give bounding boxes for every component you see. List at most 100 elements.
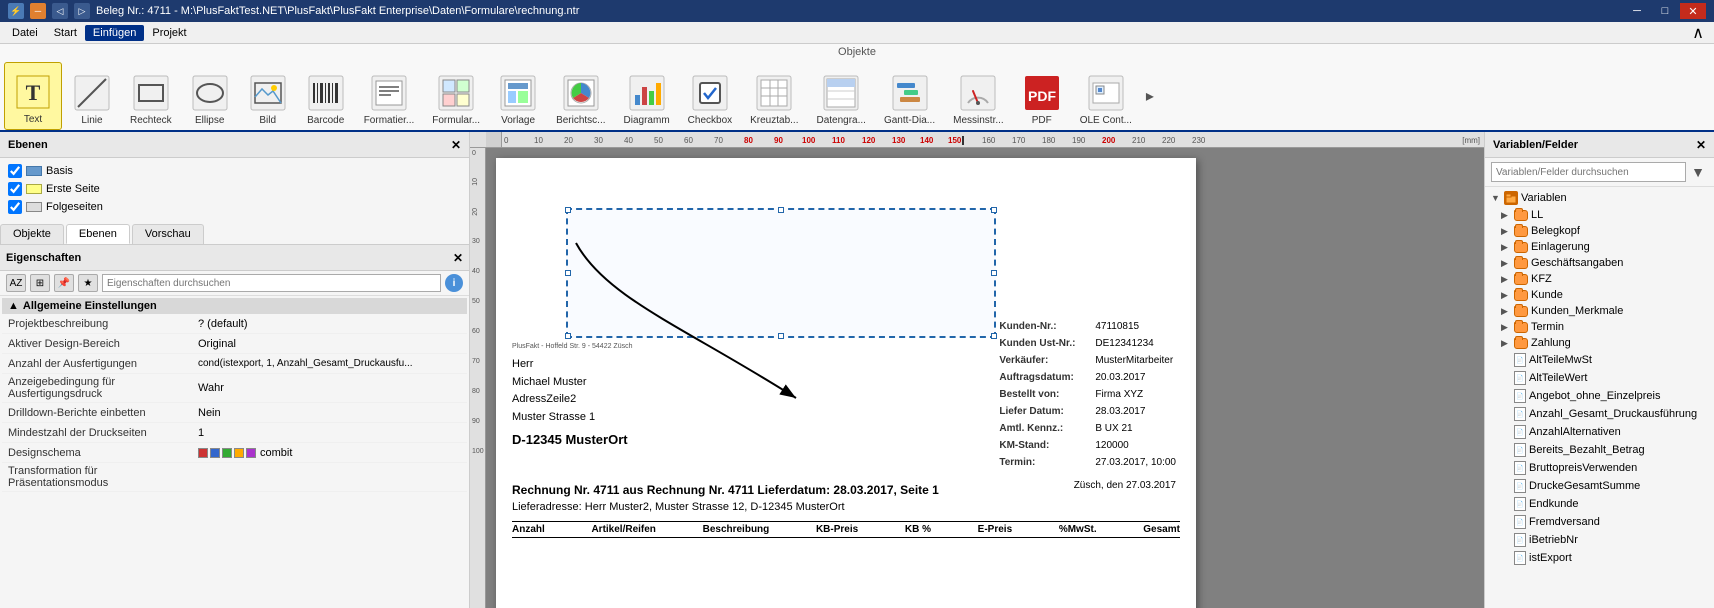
ribbon-rechteck[interactable]: Rechteck (122, 62, 180, 130)
ribbon-berichtsc[interactable]: Berichtsc... (548, 62, 613, 130)
star-btn[interactable]: ★ (78, 274, 98, 292)
tree-anzahl-alternativen[interactable]: ▶ 📄 AnzahlAlternativen (1487, 423, 1712, 441)
tree-zahlung[interactable]: ▶ Zahlung (1487, 335, 1712, 351)
handle-bl[interactable] (565, 333, 571, 339)
menu-projekt[interactable]: Projekt (144, 25, 194, 41)
ribbon-ellipse[interactable]: Ellipse (182, 62, 238, 130)
tree-ibetriebNr[interactable]: ▶ 📄 iBetriebNr (1487, 531, 1712, 549)
info-row-8: Termin: 27.03.2017, 10:00 (999, 454, 1176, 471)
tree-einlagerung[interactable]: ▶ Einlagerung (1487, 239, 1712, 255)
ebenen-close[interactable]: ✕ (451, 138, 461, 152)
ribbon-collapse[interactable]: ∧ (1686, 23, 1710, 43)
ribbon-kreuztab[interactable]: Kreuztab... (742, 62, 806, 130)
ribbon-olecont[interactable]: OLE Cont... (1072, 62, 1140, 130)
tree-fremdversand[interactable]: ▶ 📄 Fremdversand (1487, 513, 1712, 531)
info-row-6: Amtl. Kennz.: B UX 21 (999, 420, 1176, 437)
ribbon-barcode[interactable]: Barcode (298, 62, 354, 130)
design-color-4 (234, 448, 244, 458)
ribbon-datengra-label: Datengra... (816, 115, 865, 126)
menu-einfuegen[interactable]: Einfügen (85, 25, 144, 41)
tree-arrow-geschaeftsangaben: ▶ (1501, 258, 1511, 269)
tree-istExport[interactable]: ▶ 📄 istExport (1487, 549, 1712, 567)
tree-kunden-merkmale[interactable]: ▶ Kunden_Merkmale (1487, 303, 1712, 319)
ebene-basis[interactable]: Basis (4, 162, 465, 180)
ribbon-linie[interactable]: Linie (64, 62, 120, 130)
ebene-basis-checkbox[interactable] (8, 164, 22, 178)
eigenschaften-close[interactable]: ✕ (453, 251, 463, 265)
window-close[interactable]: ✕ (1680, 3, 1706, 19)
ribbon-ganttdia[interactable]: Gantt-Dia... (876, 62, 943, 130)
doc-city: D-12345 MusterOrt (512, 432, 632, 447)
ebene-folgeseiten[interactable]: Folgeseiten (4, 198, 465, 216)
ribbon-diagramm[interactable]: Diagramm (616, 62, 678, 130)
tree-ll[interactable]: ▶ LL (1487, 207, 1712, 223)
sender-small: PlusFakt - Hoffeld Str. 9 - 54422 Züsch (512, 343, 632, 350)
ribbon-bild[interactable]: Bild (240, 62, 296, 130)
handle-ml[interactable] (565, 270, 571, 276)
ruler-v-80: 80 (472, 388, 480, 395)
info-key-4: Bestellt von: (999, 386, 1089, 403)
variables-filter-btn[interactable]: ▼ (1688, 162, 1708, 182)
eigenschaften-search[interactable] (102, 274, 441, 292)
ribbon-messinstr[interactable]: Messinstr... (945, 62, 1012, 130)
tree-termin[interactable]: ▶ Termin (1487, 319, 1712, 335)
ribbon-checkbox[interactable]: Checkbox (680, 62, 740, 130)
eigen-row-6: Designschema combit (2, 443, 467, 463)
tree-bereits-bezahlt[interactable]: ▶ 📄 Bereits_Bezahlt_Betrag (1487, 441, 1712, 459)
ribbon-datengra[interactable]: Datengra... (808, 62, 873, 130)
tree-anzahl-druck[interactable]: ▶ 📄 Anzahl_Gesamt_Druckausführung (1487, 405, 1712, 423)
eigen-key-3: Anzeigebedingung für Ausfertigungsdruck (8, 376, 198, 400)
handle-tr[interactable] (991, 207, 997, 213)
window-minimize[interactable]: ─ (1624, 3, 1650, 19)
handle-mr[interactable] (991, 270, 997, 276)
tree-geschaeftsangaben[interactable]: ▶ Geschäftsangaben (1487, 255, 1712, 271)
ebene-erste-seite[interactable]: Erste Seite (4, 180, 465, 198)
tree-root-variables[interactable]: ▼ Variablen (1487, 189, 1712, 207)
ribbon-pdf[interactable]: PDF PDF (1014, 62, 1070, 130)
tree-icon-brutto: 📄 (1514, 461, 1526, 475)
ruler-tick-40: 40 (624, 136, 633, 145)
barcode-icon (306, 73, 346, 113)
info-btn[interactable]: i (445, 274, 463, 292)
ruler-v-100: 100 (472, 448, 484, 455)
ribbon-text[interactable]: T Text (4, 62, 62, 130)
ribbon-formatier[interactable]: Formatier... (356, 62, 423, 130)
pin-btn[interactable]: 📌 (54, 274, 74, 292)
ribbon-vorlage[interactable]: Vorlage (490, 62, 546, 130)
handle-bm[interactable] (778, 333, 784, 339)
tree-altteile-mwst[interactable]: ▶ 📄 AltTeileMwSt (1487, 351, 1712, 369)
tree-kfz[interactable]: ▶ KFZ (1487, 271, 1712, 287)
handle-tl[interactable] (565, 207, 571, 213)
variables-search-input[interactable] (1491, 162, 1686, 182)
nav-forward[interactable]: ▷ (74, 3, 90, 19)
variables-close[interactable]: ✕ (1696, 138, 1706, 152)
menu-datei[interactable]: Datei (4, 25, 46, 41)
vorlage-icon (498, 73, 538, 113)
tree-label-fremdversand: Fremdversand (1529, 516, 1600, 528)
window-maximize[interactable]: □ (1652, 3, 1678, 19)
canvas[interactable]: PlusFakt - Hoffeld Str. 9 - 54422 Züsch … (486, 148, 1484, 608)
tree-brutto-verwenden[interactable]: ▶ 📄 BruttopreisVerwenden (1487, 459, 1712, 477)
tab-objekte[interactable]: Objekte (0, 224, 64, 244)
sort-icon-btn[interactable]: ⊞ (30, 274, 50, 292)
handle-br[interactable] (991, 333, 997, 339)
text-selection-box[interactable] (566, 208, 996, 338)
handle-tm[interactable] (778, 207, 784, 213)
tab-vorschau[interactable]: Vorschau (132, 224, 204, 244)
tree-belegkopf[interactable]: ▶ Belegkopf (1487, 223, 1712, 239)
ebene-folgeseiten-checkbox[interactable] (8, 200, 22, 214)
nav-back[interactable]: ◁ (52, 3, 68, 19)
eigen-section-allgemein[interactable]: ▲ Allgemeine Einstellungen (2, 298, 467, 314)
ribbon-scroll-right[interactable]: ▸ (1142, 62, 1158, 130)
tree-kunde[interactable]: ▶ Kunde (1487, 287, 1712, 303)
sort-az-btn[interactable]: AZ (6, 274, 26, 292)
ebene-erste-seite-checkbox[interactable] (8, 182, 22, 196)
tab-ebenen[interactable]: Ebenen (66, 224, 130, 244)
tree-drucke-gesamt[interactable]: ▶ 📄 DruckeGesamtSumme (1487, 477, 1712, 495)
ebenen-list: Basis Erste Seite Folgeseiten (0, 158, 469, 220)
ribbon-formular[interactable]: Formular... (424, 62, 488, 130)
menu-start[interactable]: Start (46, 25, 85, 41)
tree-angebot-einzelpreis[interactable]: ▶ 📄 Angebot_ohne_Einzelpreis (1487, 387, 1712, 405)
tree-altteile-wert[interactable]: ▶ 📄 AltTeileWert (1487, 369, 1712, 387)
tree-endkunde[interactable]: ▶ 📄 Endkunde (1487, 495, 1712, 513)
